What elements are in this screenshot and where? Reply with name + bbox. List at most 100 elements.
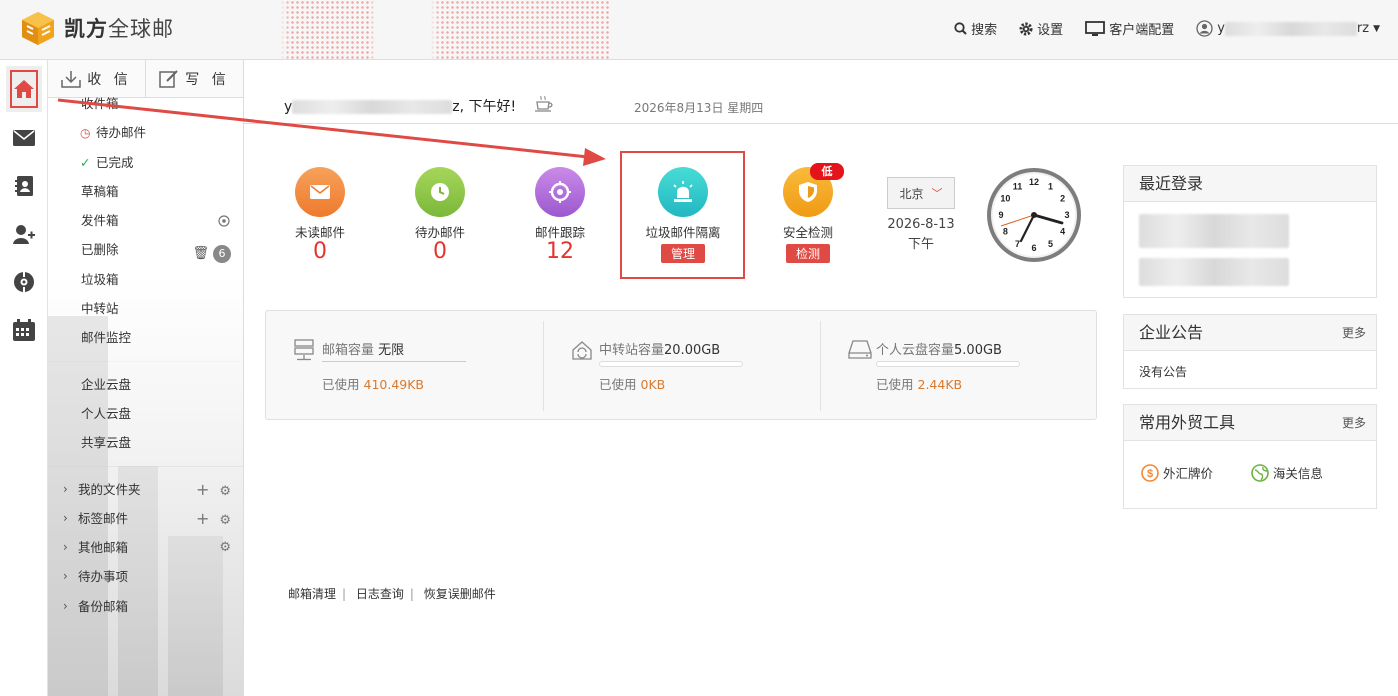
footer-links: 邮箱清理 | 日志查询 | 恢复误删邮件 [288, 587, 496, 601]
rail-calendar[interactable] [0, 306, 48, 354]
folder-todo[interactable]: ◷ 待办邮件 [48, 118, 243, 147]
gear-icon[interactable]: ⚙ [219, 484, 231, 499]
group-tag-mail[interactable]: › 标签邮件 + ⚙ [48, 504, 243, 533]
gear-icon [1019, 22, 1033, 35]
folder-spam[interactable]: 垃圾箱 [48, 265, 243, 294]
stat-unread[interactable]: 未读邮件 0 [270, 167, 370, 263]
capacity-bar [876, 361, 1020, 367]
link-log-query[interactable]: 日志查询 [356, 587, 404, 601]
capacity-bar [599, 361, 743, 367]
folder-list: 收件箱 ◷ 待办邮件 ✓ 已完成 草稿箱 发件箱 已删除 🗑 6 垃圾箱 中转站 邮… [48, 89, 243, 353]
gear-icon[interactable]: ⚙ [219, 540, 231, 555]
add-icon[interactable]: + [196, 480, 209, 499]
stat-tracking[interactable]: 邮件跟踪 12 [510, 167, 610, 263]
analog-clock: 12 12 3 45 6 789 1011 [987, 168, 1081, 262]
clock-numeral: 6 [1031, 243, 1036, 253]
clock-numeral: 5 [1048, 239, 1053, 249]
hard-disk-icon [848, 340, 872, 359]
coffee-cup-icon [535, 95, 553, 112]
client-config-label: 客户端配置 [1109, 23, 1175, 38]
folder-deleted[interactable]: 已删除 🗑 6 [48, 235, 243, 264]
cloud-enterprise[interactable]: 企业云盘 [48, 370, 243, 399]
cloud-shared[interactable]: 共享云盘 [48, 428, 243, 457]
highlight-box [620, 151, 745, 279]
clock-numeral: 11 [1013, 182, 1023, 192]
capacity-used: 已使用 410.49KB [322, 377, 425, 392]
shield-icon [799, 182, 817, 202]
clock-numeral: 1 [1048, 182, 1053, 192]
weather-date: 2026-8-13 下午 [887, 217, 955, 252]
folder-transfer[interactable]: 中转站 [48, 294, 243, 323]
client-config-button[interactable]: 客户端配置 [1085, 19, 1174, 38]
svg-text:$: $ [1147, 468, 1153, 480]
sync-house-icon [572, 341, 592, 360]
clock-numeral: 10 [1000, 194, 1010, 204]
search-button[interactable]: 搜索 [954, 19, 997, 38]
capacity-title: 个人云盘容量5.00GB [876, 343, 1002, 358]
rail-add-contact[interactable] [0, 210, 48, 258]
rail-home[interactable] [6, 66, 42, 112]
settings-button[interactable]: 设置 [1019, 19, 1063, 38]
rail-contacts[interactable] [0, 162, 48, 210]
stat-todo[interactable]: 待办邮件 0 [390, 167, 490, 263]
stat-tracking-circle [535, 167, 585, 217]
target-icon[interactable] [217, 214, 231, 228]
folder-done[interactable]: ✓ 已完成 [48, 148, 243, 177]
tool-customs-info[interactable]: 海关信息 [1251, 463, 1323, 482]
app-title: 凯方全球邮 [64, 17, 174, 41]
folder-sent[interactable]: 发件箱 [48, 206, 243, 235]
link-mailbox-cleanup[interactable]: 邮箱清理 [288, 587, 336, 601]
panel-header: 企业公告 更多 [1124, 315, 1376, 351]
capacity-panel: 邮箱容量 无限 已使用 410.49KB 中转站容量20.00GB 已使用 0K… [265, 310, 1097, 420]
stat-security-check[interactable]: 安全检测 检测 [758, 167, 858, 263]
write-label: 写 信 [185, 71, 230, 88]
user-name-start: y [1217, 21, 1225, 36]
stat-label: 安全检测 [782, 225, 833, 240]
folder-drafts[interactable]: 草稿箱 [48, 177, 243, 206]
receive-label: 收 信 [87, 71, 132, 88]
home-icon [14, 80, 34, 98]
deleted-count-badge: 6 [213, 245, 231, 264]
notice-panel: 企业公告 更多 没有公告 [1123, 314, 1377, 389]
clock-icon [431, 183, 449, 201]
stat-value: 12 [546, 239, 574, 264]
group-backup[interactable]: › 备份邮箱 [48, 592, 243, 621]
group-my-folders[interactable]: › 我的文件夹 + ⚙ [48, 475, 243, 504]
stat-value: 0 [433, 239, 447, 264]
welcome-header: y z, 下午好! 2026年8月13日 星期四 [244, 60, 1398, 124]
group-todo[interactable]: › 待办事项 [48, 562, 243, 591]
gear-icon[interactable]: ⚙ [219, 513, 231, 528]
check-icon: ✓ [80, 154, 91, 170]
clock-numeral: 4 [1060, 227, 1065, 237]
city-select[interactable]: 北京 ﹀ [887, 177, 955, 209]
rail-disk[interactable] [0, 258, 48, 306]
folder-inbox[interactable]: 收件箱 [48, 89, 243, 118]
link-restore-deleted[interactable]: 恢复误删邮件 [424, 587, 496, 601]
capacity-line [322, 361, 466, 362]
address-book-icon [15, 176, 33, 196]
check-button[interactable]: 检测 [785, 244, 830, 263]
icon-rail [0, 60, 48, 696]
stat-todo-circle [415, 167, 465, 217]
app-logo[interactable]: 凯方全球邮 [20, 10, 174, 46]
user-menu[interactable]: y rz ▼ [1196, 20, 1380, 37]
compose-icon [159, 69, 178, 88]
folder-monitor[interactable]: 邮件监控 [48, 323, 243, 352]
envelope-icon [310, 185, 330, 199]
recent-login-panel: 最近登录 [1123, 165, 1377, 298]
group-other-mailbox[interactable]: › 其他邮箱 ⚙ [48, 533, 243, 562]
clock-numeral: 12 [1029, 177, 1039, 187]
tools-more-link[interactable]: 更多 [1342, 405, 1366, 441]
add-icon[interactable]: + [196, 509, 209, 528]
group-list: › 我的文件夹 + ⚙ › 标签邮件 + ⚙ › 其他邮箱 ⚙ › 待办事项 › 备份邮箱 [48, 475, 243, 621]
clock-icon: ◷ [80, 126, 91, 141]
capacity-title: 中转站容量20.00GB [599, 343, 721, 358]
user-avatar-icon [1196, 20, 1213, 37]
capacity-title: 邮箱容量 无限 [322, 343, 405, 358]
chevron-right-icon: › [63, 598, 68, 613]
tool-exchange-rate[interactable]: $ 外汇牌价 [1141, 463, 1213, 482]
chevron-right-icon: › [63, 540, 68, 555]
cloud-personal[interactable]: 个人云盘 [48, 399, 243, 428]
rail-mail[interactable] [0, 114, 48, 162]
notice-more-link[interactable]: 更多 [1342, 315, 1366, 351]
